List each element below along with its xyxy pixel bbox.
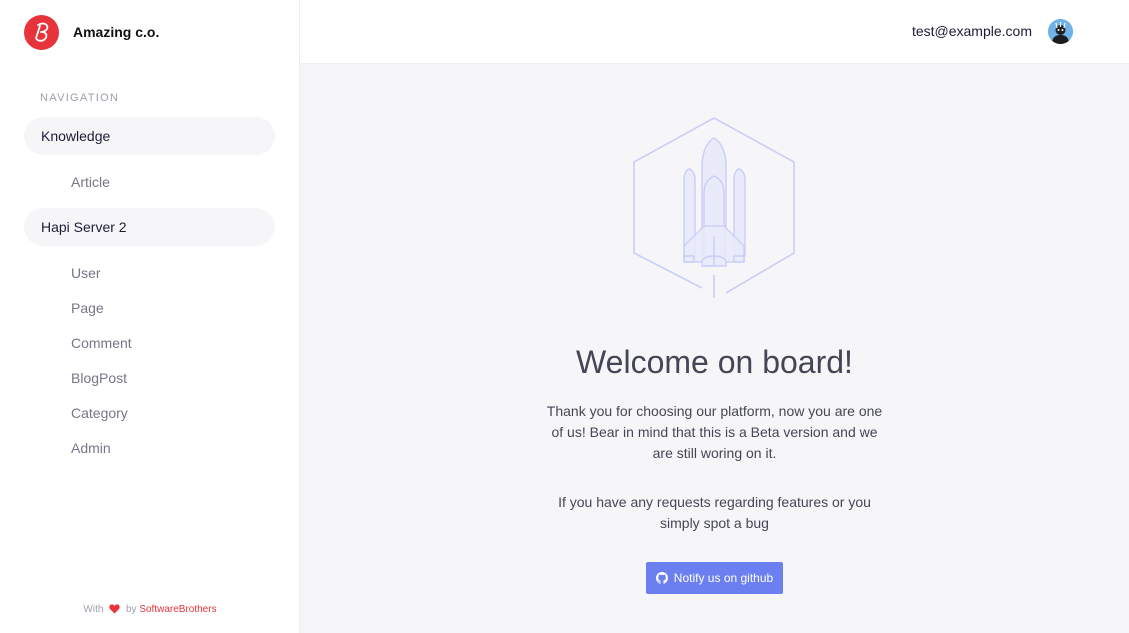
footer-prefix: With	[83, 604, 104, 615]
welcome-title: Welcome on board!	[576, 344, 853, 380]
brand[interactable]: Amazing c.o.	[24, 14, 159, 50]
nav-item-user[interactable]: User	[71, 265, 101, 281]
nav-item-blogpost[interactable]: BlogPost	[71, 370, 127, 386]
nav-group-knowledge[interactable]: Knowledge	[24, 117, 275, 155]
navigation-heading: NAVIGATION	[40, 92, 120, 104]
brand-logo-icon[interactable]	[24, 14, 59, 50]
notify-github-button[interactable]: Notify us on github	[646, 562, 783, 594]
softwarebrothers-link[interactable]: SoftwareBrothers	[139, 604, 216, 615]
welcome-paragraph-intro: Thank you for choosing our platform, now…	[546, 403, 883, 461]
nav-item-category[interactable]: Category	[71, 405, 128, 421]
nav-item-comment[interactable]: Comment	[71, 335, 132, 351]
nav-item-article[interactable]: Article	[71, 174, 110, 190]
welcome-paragraph-requests: If you have any requests regarding featu…	[558, 494, 871, 531]
brand-name[interactable]: Amazing c.o.	[73, 24, 159, 40]
topbar: test@example.com	[300, 0, 1129, 64]
footer-by: by	[125, 604, 137, 615]
sidebar-footer: With by SoftwareBrothers	[0, 604, 300, 617]
user-avatar-icon[interactable]	[1048, 19, 1073, 44]
user-email[interactable]: test@example.com	[912, 23, 1032, 39]
heart-icon	[109, 604, 120, 617]
notify-github-label: Notify us on github	[673, 571, 774, 585]
nav-group-hapi-server-2[interactable]: Hapi Server 2	[24, 208, 275, 246]
nav-item-admin[interactable]: Admin	[71, 440, 111, 456]
rocket-hexagon-icon	[633, 117, 795, 298]
dashboard-main: Welcome on board! Thank you for choosing…	[300, 64, 1129, 633]
github-icon	[655, 572, 668, 584]
nav-item-page[interactable]: Page	[71, 300, 104, 316]
sidebar: Amazing c.o. NAVIGATION Knowledge Articl…	[0, 0, 300, 633]
